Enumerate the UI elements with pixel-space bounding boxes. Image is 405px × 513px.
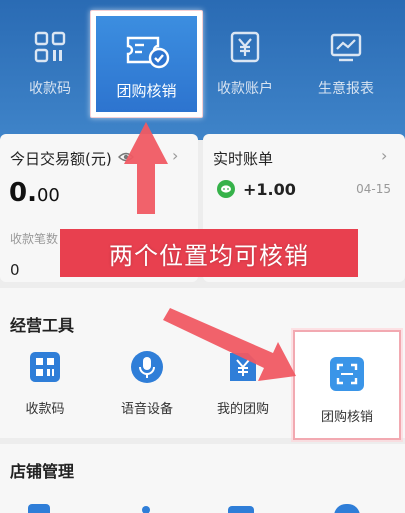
microphone-icon — [131, 351, 163, 383]
realtime-amount: +1.00 — [243, 180, 296, 199]
yen-account-icon — [230, 31, 260, 63]
tool-voice-device[interactable]: 语音设备 — [102, 350, 192, 417]
store-icon-peek — [334, 504, 360, 513]
top-nav-receive-code[interactable]: 收款码 — [0, 0, 100, 118]
store-icon-peek — [142, 506, 150, 513]
annotation-label: 两个位置均可核销 — [60, 229, 358, 277]
section-title: 店铺管理 — [10, 462, 75, 481]
tool-receive-code[interactable]: 收款码 — [0, 350, 90, 417]
receive-count-label: 收款笔数 — [10, 232, 59, 246]
tool-label: 团购核销 — [320, 410, 373, 425]
top-nav-label: 团购核销 — [116, 82, 177, 100]
top-nav-group-verify-highlight[interactable]: 团购核销 — [90, 10, 203, 118]
tool-group-verify-highlight[interactable]: 团购核销 — [293, 330, 401, 440]
tool-label: 语音设备 — [120, 402, 173, 417]
realtime-card-title: 实时账单 — [213, 150, 274, 168]
section-title: 经营工具 — [10, 316, 75, 335]
tool-my-group-buy[interactable]: 我的团购 — [198, 350, 288, 417]
store-icon-peek — [228, 506, 254, 513]
realtime-date: 04-15 — [356, 182, 391, 196]
group-buy-icon — [230, 353, 256, 381]
store-management-section: 店铺管理 — [0, 444, 405, 513]
chart-report-icon — [330, 33, 362, 62]
today-amount: 0.00 — [9, 178, 60, 208]
scan-frame-icon — [330, 357, 364, 391]
top-nav-label: 收款账户 — [217, 81, 273, 97]
top-nav-receive-account[interactable]: 收款账户 — [195, 0, 295, 118]
chevron-right-icon[interactable]: › — [172, 146, 178, 165]
chevron-right-icon[interactable]: › — [381, 146, 387, 165]
top-nav-label: 生意报表 — [318, 81, 374, 97]
top-nav-business-report[interactable]: 生意报表 — [296, 0, 396, 118]
ticket-check-icon — [126, 36, 169, 69]
store-icon-peek — [28, 504, 50, 513]
top-nav-label: 收款码 — [29, 81, 71, 97]
qr-code-icon — [34, 31, 66, 63]
today-card-title: 今日交易额(元) — [10, 150, 112, 168]
receive-count-value: 0 — [10, 261, 20, 279]
tool-label: 我的团购 — [216, 402, 269, 417]
wechat-pay-icon — [217, 180, 235, 198]
eye-icon[interactable] — [118, 150, 134, 164]
qr-code-icon — [30, 352, 60, 382]
tool-label: 收款码 — [25, 402, 65, 417]
